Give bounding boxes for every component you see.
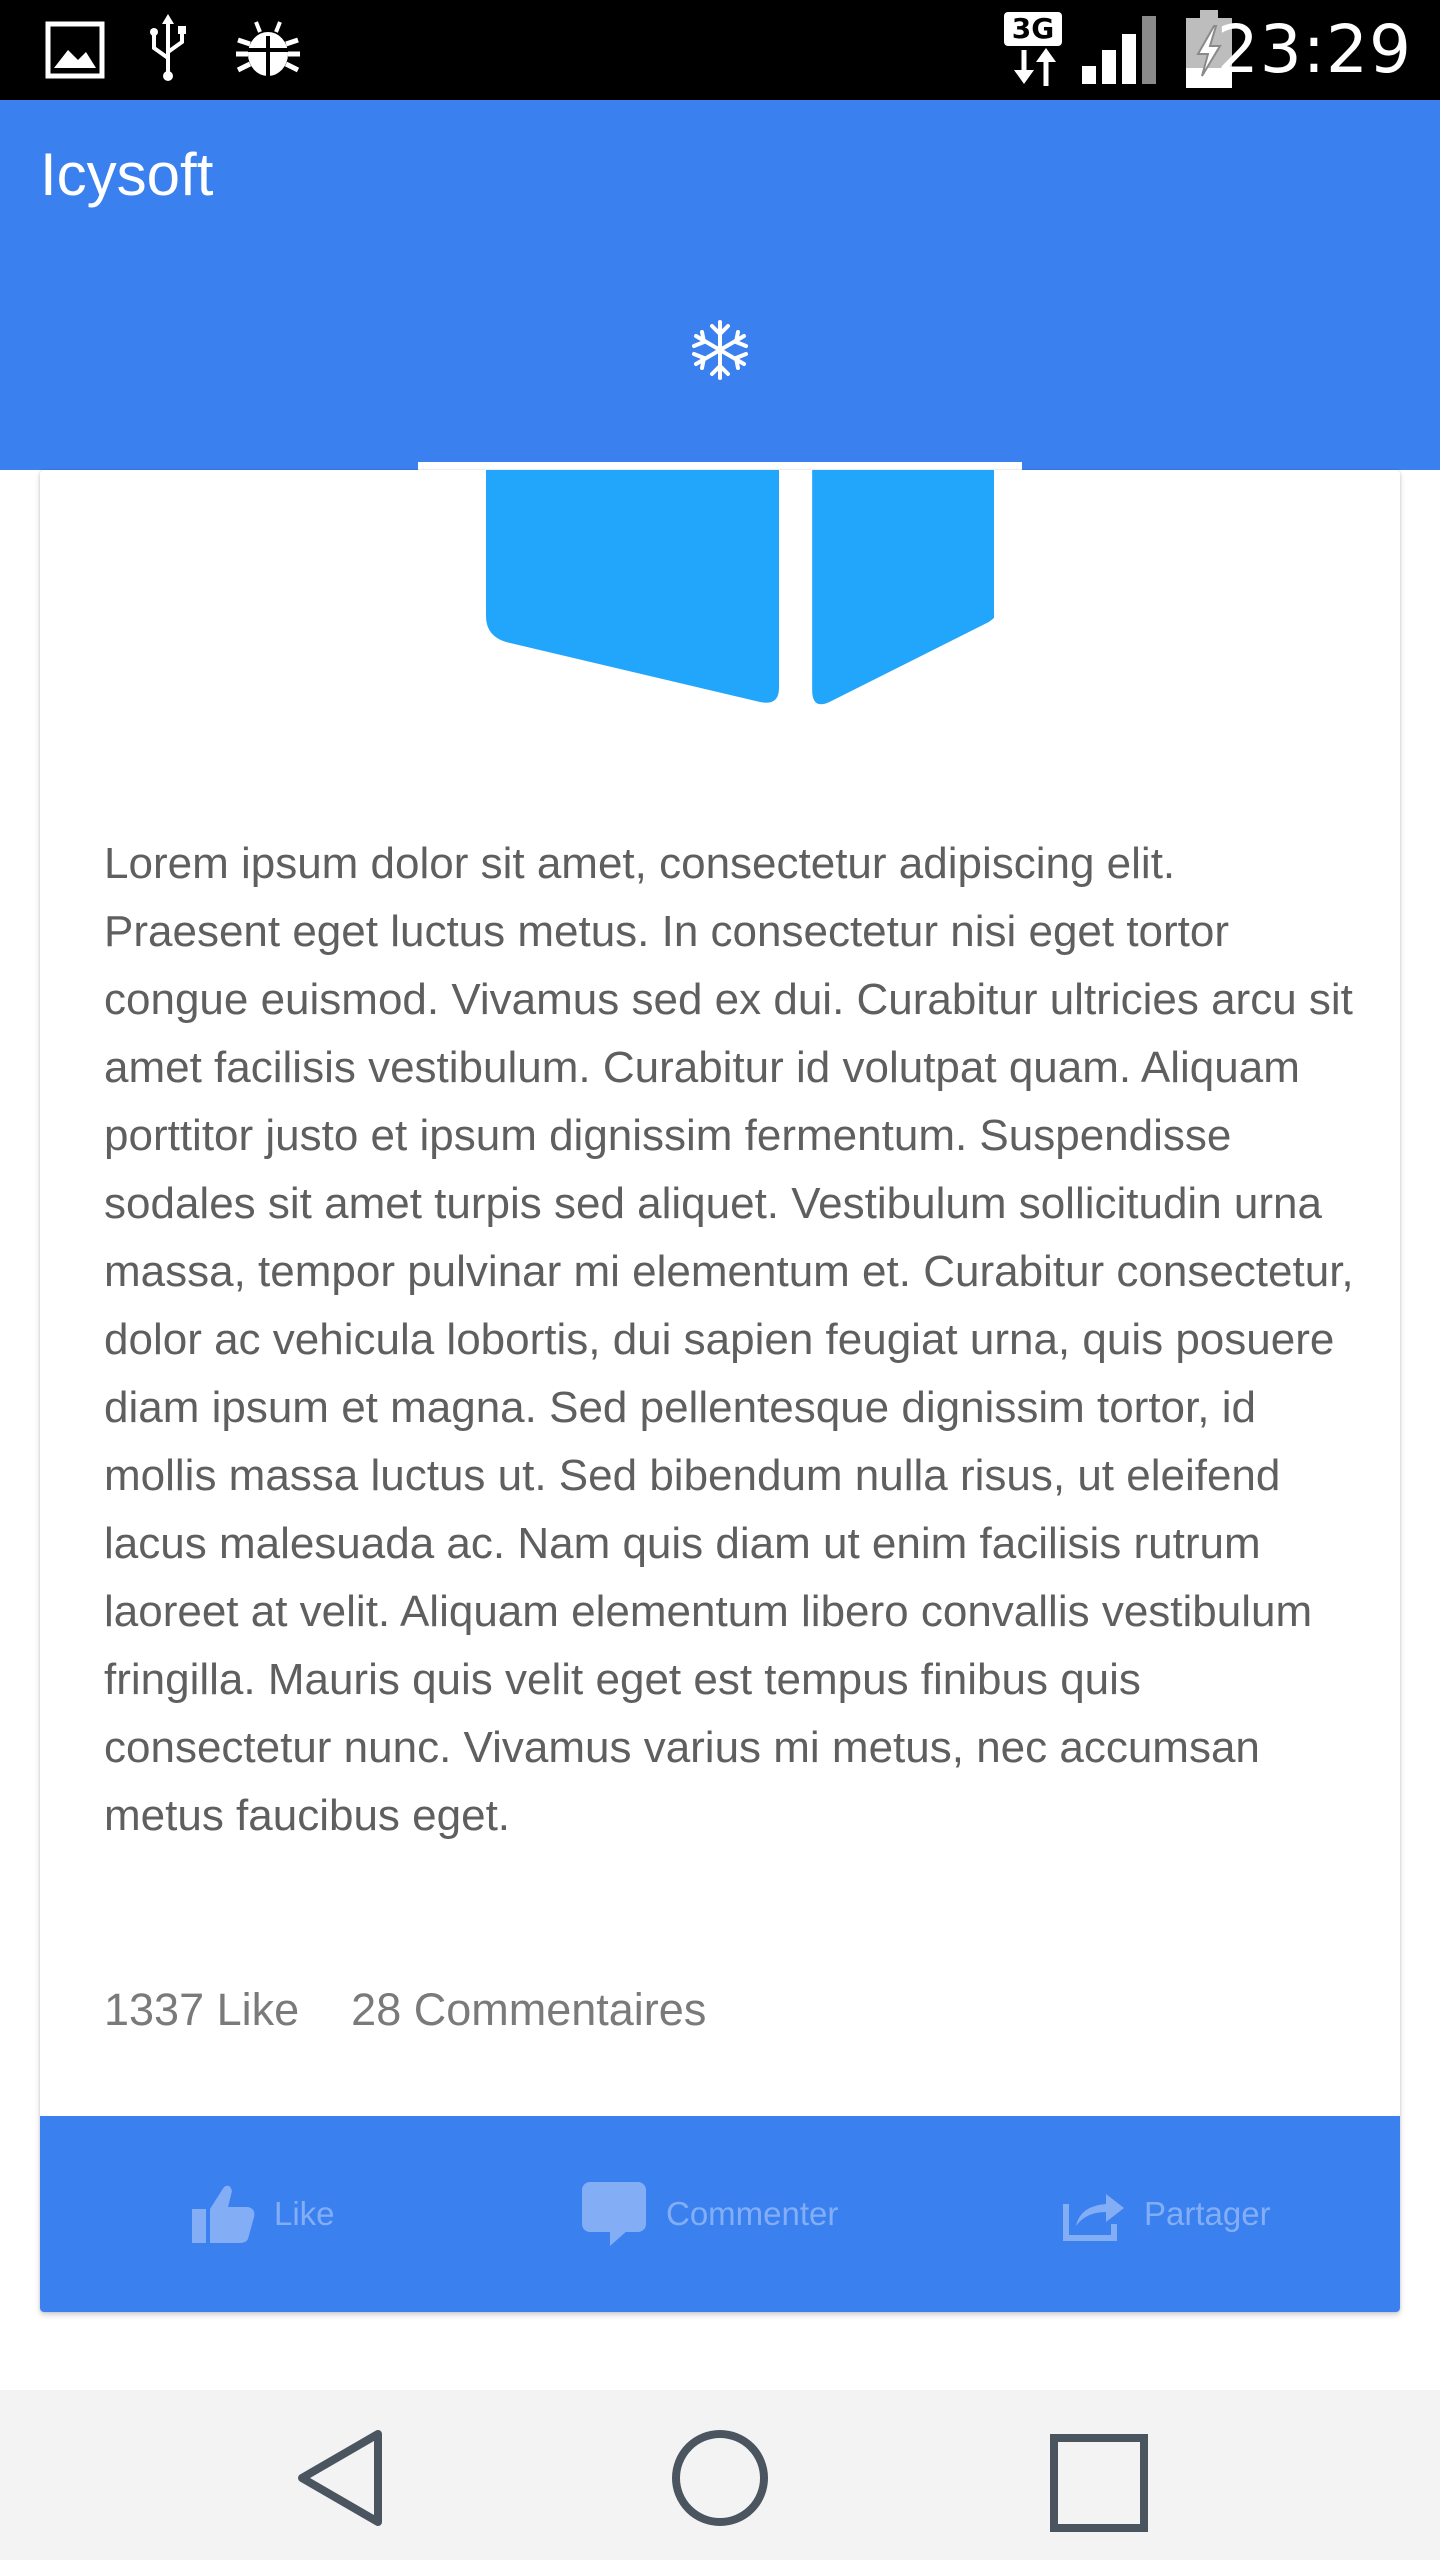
comment-button[interactable]: Commenter xyxy=(580,2116,838,2312)
comment-count[interactable]: 28 Commentaires xyxy=(351,1984,706,2035)
post-body-text: Lorem ipsum dolor sit amet, consectetur … xyxy=(104,839,1354,1840)
share-button-label: Partager xyxy=(1144,2195,1271,2232)
icysoft-logo xyxy=(486,470,994,705)
data-arrows-icon xyxy=(1014,48,1056,86)
home-icon[interactable] xyxy=(670,2428,770,2528)
status-bar: 3G 23:29 xyxy=(0,0,1440,100)
share-icon xyxy=(1063,2194,1124,2241)
post-card: Lorem ipsum dolor sit amet, consectetur … xyxy=(40,470,1400,2312)
back-icon[interactable] xyxy=(294,2428,386,2528)
debug-bug-icon xyxy=(236,21,300,76)
recents-icon[interactable] xyxy=(1050,2434,1148,2532)
snowflake-icon[interactable] xyxy=(688,318,752,382)
app-bar: Icysoft xyxy=(0,100,1440,470)
like-count[interactable]: 1337 Like xyxy=(104,1984,299,2035)
like-button[interactable]: Like xyxy=(190,2116,335,2312)
post-stats: 1337 Like 28 Commentaires xyxy=(104,1982,758,2038)
comment-button-label: Commenter xyxy=(666,2195,839,2232)
image-icon xyxy=(45,21,105,79)
usb-icon xyxy=(150,14,186,81)
network-type-label: 3G xyxy=(1004,12,1062,46)
tab-indicator xyxy=(418,462,1022,470)
app-title: Icysoft xyxy=(40,141,214,208)
comment-bubble-icon xyxy=(582,2182,646,2246)
signal-icon xyxy=(1082,16,1156,84)
clock-time: 23:29 xyxy=(1216,11,1412,88)
screen: 3G 23:29 Icysoft Lorem ipsum dolor sit a… xyxy=(0,0,1440,2560)
like-button-label: Like xyxy=(274,2195,335,2232)
share-button[interactable]: Partager xyxy=(1062,2116,1271,2312)
navigation-bar xyxy=(0,2390,1440,2560)
network-3g-icon: 3G xyxy=(1004,12,1066,88)
thumbs-up-icon xyxy=(192,2185,255,2243)
post-actions-bar: Like Commenter Partager xyxy=(40,2116,1400,2312)
